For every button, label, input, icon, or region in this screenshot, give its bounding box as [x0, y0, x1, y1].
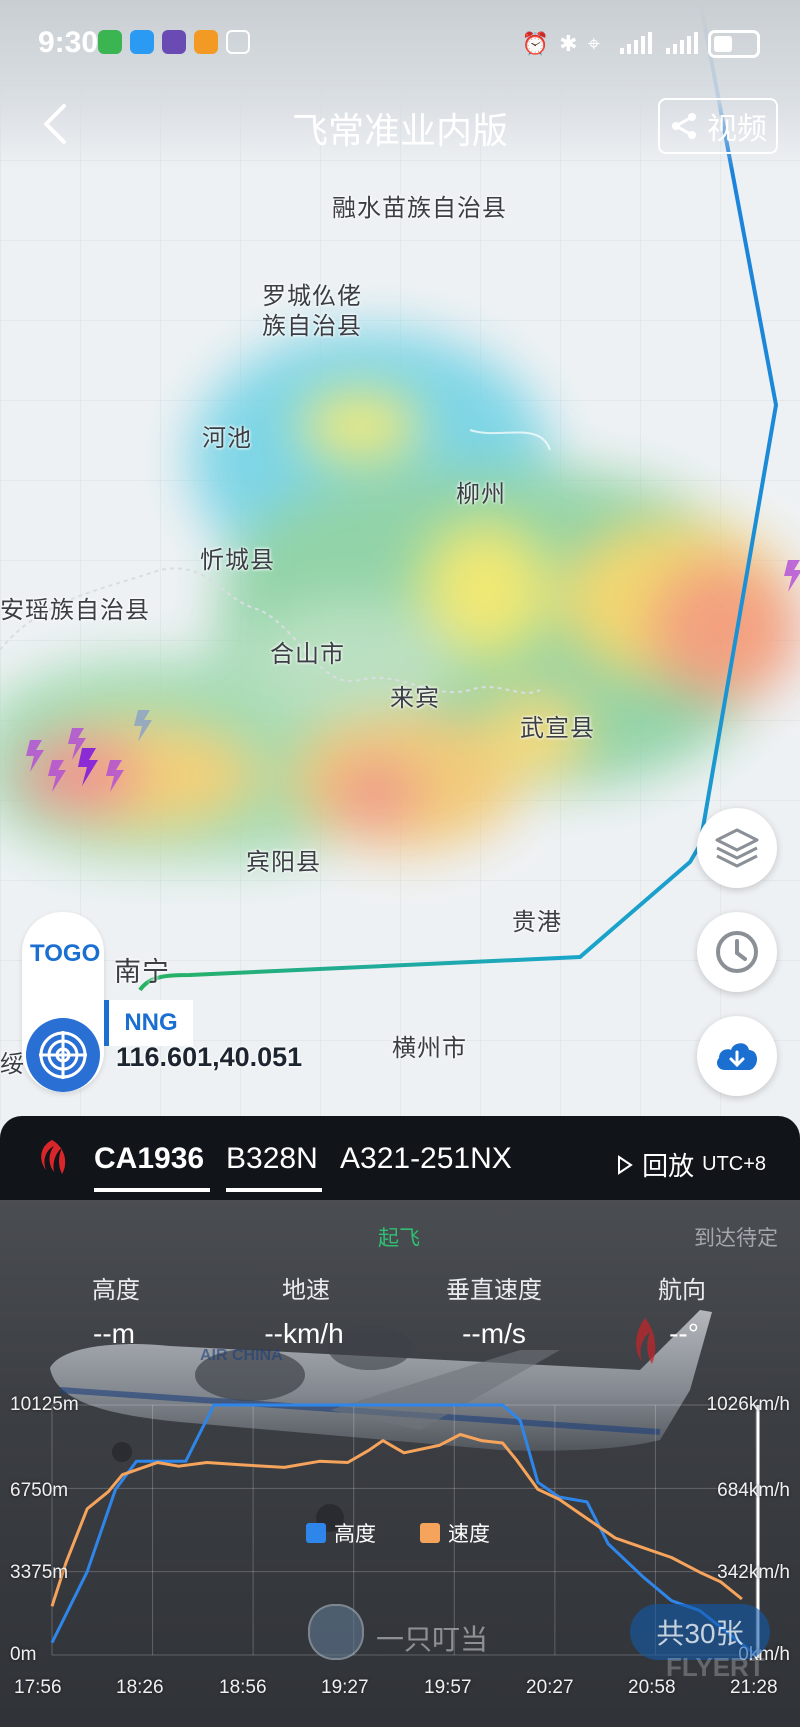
place-label: 融水苗族自治县: [332, 195, 507, 222]
flight-data-panel: AIR CHINA 起飞 到达待定 高度 地速 垂直速度 航向 --m --km…: [0, 1200, 800, 1727]
x-axis-tick: 18:56: [219, 1677, 267, 1698]
flight-info-bar: CA1936 B328N A321-251NX 回放 UTC+8: [0, 1116, 800, 1200]
place-label: 族自治县: [262, 313, 362, 340]
x-axis-tick: 19:57: [424, 1677, 472, 1698]
left-axis-tick: 3375m: [10, 1562, 69, 1583]
legend-label-speed: 速度: [448, 1523, 490, 1546]
place-label: 宾阳县: [246, 849, 321, 876]
place-label: 安瑶族自治县: [0, 597, 150, 624]
replay-label: 回放: [642, 1151, 695, 1181]
place-label: 柳州: [456, 481, 506, 508]
place-label: 武宣县: [520, 715, 595, 742]
system-status: ⏰ ✱ ⌖: [522, 30, 760, 58]
x-axis-tick: 17:56: [14, 1677, 62, 1698]
chat-notification-icon: [130, 30, 154, 54]
timezone-label: UTC+8: [702, 1153, 766, 1175]
place-label: 忻城县: [200, 547, 275, 574]
watermark: FLYERT: [666, 1652, 765, 1682]
left-axis-tick: 10125m: [10, 1394, 79, 1415]
place-label: 横州市: [392, 1035, 467, 1062]
status-time: 9:30: [38, 26, 99, 59]
video-notification-icon: [194, 30, 218, 54]
replay-button[interactable]: 回放 UTC+8: [616, 1146, 766, 1183]
signal-icon-2: [666, 32, 698, 54]
layers-icon: [715, 828, 759, 868]
togo-label[interactable]: TOGO: [30, 940, 100, 968]
app-notification-icon: [98, 30, 122, 54]
tab-underline: [94, 1188, 210, 1192]
battery-icon: [708, 30, 760, 58]
photographer-avatar[interactable]: [308, 1604, 364, 1660]
coordinates-readout: 116.601,40.051: [116, 1042, 303, 1072]
air-china-logo: [41, 1140, 66, 1174]
radar-button[interactable]: [26, 1018, 100, 1092]
nfc-icon: [226, 30, 250, 54]
x-axis-tick: 19:27: [321, 1677, 369, 1698]
place-label: 来宾: [390, 685, 440, 712]
share-icon: [672, 113, 696, 139]
download-button[interactable]: [697, 1016, 777, 1096]
layers-button[interactable]: [697, 808, 777, 888]
signal-icon: [620, 32, 652, 54]
right-axis-tick: 684km/h: [717, 1480, 790, 1501]
tab-underline: [226, 1188, 322, 1192]
place-label: 合山市: [270, 641, 345, 668]
tab-flight-number[interactable]: CA1936: [94, 1142, 204, 1176]
video-label: 视频: [707, 113, 767, 146]
cloud-download-icon: [717, 1043, 757, 1070]
history-button[interactable]: [697, 912, 777, 992]
right-axis-tick: 342km/h: [717, 1562, 790, 1583]
legend-altitude: 高度: [306, 1518, 376, 1548]
tab-aircraft-type[interactable]: A321-251NX: [340, 1142, 512, 1176]
location-icon: ⌖: [587, 31, 600, 56]
x-axis-tick: 18:26: [116, 1677, 164, 1698]
radar-icon: [39, 1031, 87, 1079]
right-axis-tick: 1026km/h: [706, 1394, 790, 1415]
bluetooth-icon: ✱: [559, 31, 578, 56]
alarm-icon: ⏰: [521, 31, 550, 56]
left-axis-tick: 6750m: [10, 1480, 69, 1501]
airport-code[interactable]: NNG: [104, 1000, 193, 1046]
photographer-name[interactable]: 一只叮当: [376, 1618, 488, 1658]
left-axis-tick: 0m: [10, 1644, 37, 1665]
legend-label-altitude: 高度: [334, 1523, 376, 1546]
notification-icons: [98, 30, 250, 54]
x-axis-tick: 20:27: [526, 1677, 574, 1698]
video-button[interactable]: 视频: [658, 98, 778, 154]
place-label: 河池: [202, 425, 252, 452]
play-icon: [618, 1154, 633, 1175]
place-label: 贵港: [512, 909, 562, 936]
flight-map[interactable]: 9:30 ⏰ ✱ ⌖ 飞常准业内版 视频 融水苗族自治县 罗城仫佬 族自治县 河…: [0, 0, 800, 1120]
legend-speed: 速度: [420, 1518, 490, 1548]
tab-registration[interactable]: B328N: [226, 1142, 318, 1176]
place-label: 南宁: [114, 957, 170, 987]
legend-swatch-speed: [420, 1523, 440, 1543]
clock-icon: [716, 931, 758, 973]
legend-swatch-altitude: [306, 1523, 326, 1543]
game-notification-icon: [162, 30, 186, 54]
